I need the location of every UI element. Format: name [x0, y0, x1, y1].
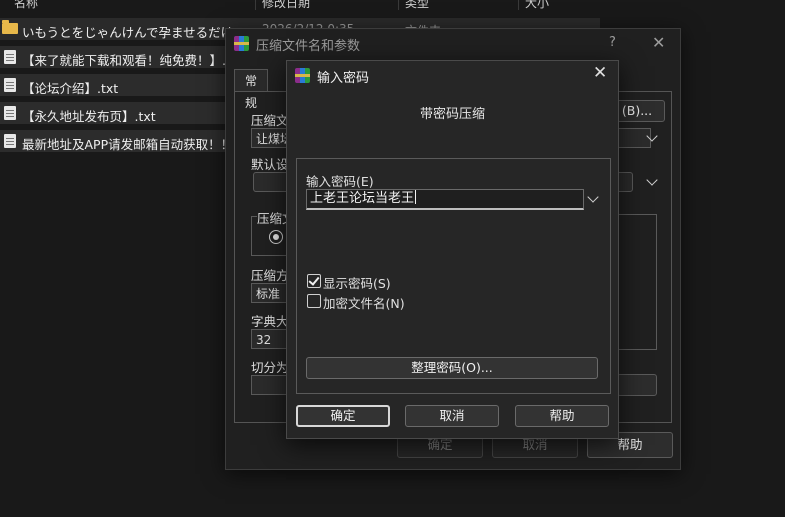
column-header: 名称 修改日期 类型 大小	[0, 0, 600, 10]
show-password-checkbox[interactable]	[307, 274, 321, 288]
split-label: 切分为	[251, 360, 289, 375]
file-name: 【永久地址发布页】.txt	[22, 109, 156, 124]
dialog-heading: 带密码压缩	[419, 107, 485, 122]
text-file-icon	[4, 134, 16, 148]
organize-passwords-button[interactable]: 整理密码(O)...	[306, 357, 598, 379]
dialog-title: 输入密码	[317, 71, 370, 86]
file-row[interactable]: 最新地址及APP请发邮箱自动获取！！	[0, 130, 240, 152]
winrar-icon	[234, 36, 249, 51]
folder-icon	[2, 20, 18, 34]
close-icon[interactable]: ✕	[593, 63, 607, 83]
dialog-title: 压缩文件名和参数	[256, 39, 361, 54]
tab-general[interactable]: 常规	[234, 69, 269, 110]
close-icon[interactable]: ✕	[652, 33, 665, 52]
column-name[interactable]: 名称	[14, 0, 38, 10]
set-password-button[interactable]	[617, 374, 657, 396]
chevron-down-icon[interactable]	[646, 174, 658, 186]
column-size[interactable]: 大小	[525, 0, 549, 10]
dict-label: 字典大	[251, 314, 289, 329]
password-input[interactable]: 上老王论坛当老王	[306, 189, 584, 210]
method-label: 压缩方	[251, 268, 289, 283]
password-dialog: 输入密码 ✕ 带密码压缩 输入密码(E) 上老王论坛当老王 显示密码(S) 加密…	[286, 60, 619, 439]
ok-button[interactable]: 确定	[296, 405, 390, 427]
file-name: 【论坛介绍】.txt	[22, 81, 119, 96]
archive-name-label: 压缩文	[251, 113, 289, 128]
format-radio-rar[interactable]	[269, 230, 283, 244]
encrypt-names-checkbox[interactable]	[307, 294, 321, 308]
show-password-label[interactable]: 显示密码(S)	[323, 273, 391, 292]
file-name: 【来了就能下载和观看！纯免费！】.txt	[22, 53, 244, 68]
cancel-button[interactable]: 取消	[405, 405, 499, 427]
help-button[interactable]: 帮助	[515, 405, 609, 427]
text-file-icon	[4, 78, 16, 92]
split-select[interactable]	[251, 375, 289, 395]
text-file-icon	[4, 50, 16, 64]
file-row[interactable]: 【论坛介绍】.txt	[0, 74, 240, 96]
winrar-icon	[295, 68, 310, 83]
help-icon[interactable]: ?	[609, 35, 616, 50]
encrypt-names-label[interactable]: 加密文件名(N)	[323, 293, 405, 312]
column-date[interactable]: 修改日期	[262, 0, 310, 10]
method-select[interactable]: 标准	[251, 283, 289, 303]
column-type[interactable]: 类型	[405, 0, 429, 10]
file-row[interactable]: 【永久地址发布页】.txt	[0, 102, 240, 124]
profile-label: 默认设	[251, 157, 289, 172]
password-label: 输入密码(E)	[306, 174, 374, 189]
file-row[interactable]: 【来了就能下载和观看！纯免费！】.txt	[0, 46, 244, 68]
text-file-icon	[4, 106, 16, 120]
file-name: 最新地址及APP请发邮箱自动获取！！	[22, 137, 234, 152]
password-value: 上老王论坛当老王	[310, 191, 415, 206]
dict-select[interactable]: 32	[251, 329, 289, 349]
file-name: いもうとをじゃんけんで孕ませるだけの	[22, 25, 246, 40]
